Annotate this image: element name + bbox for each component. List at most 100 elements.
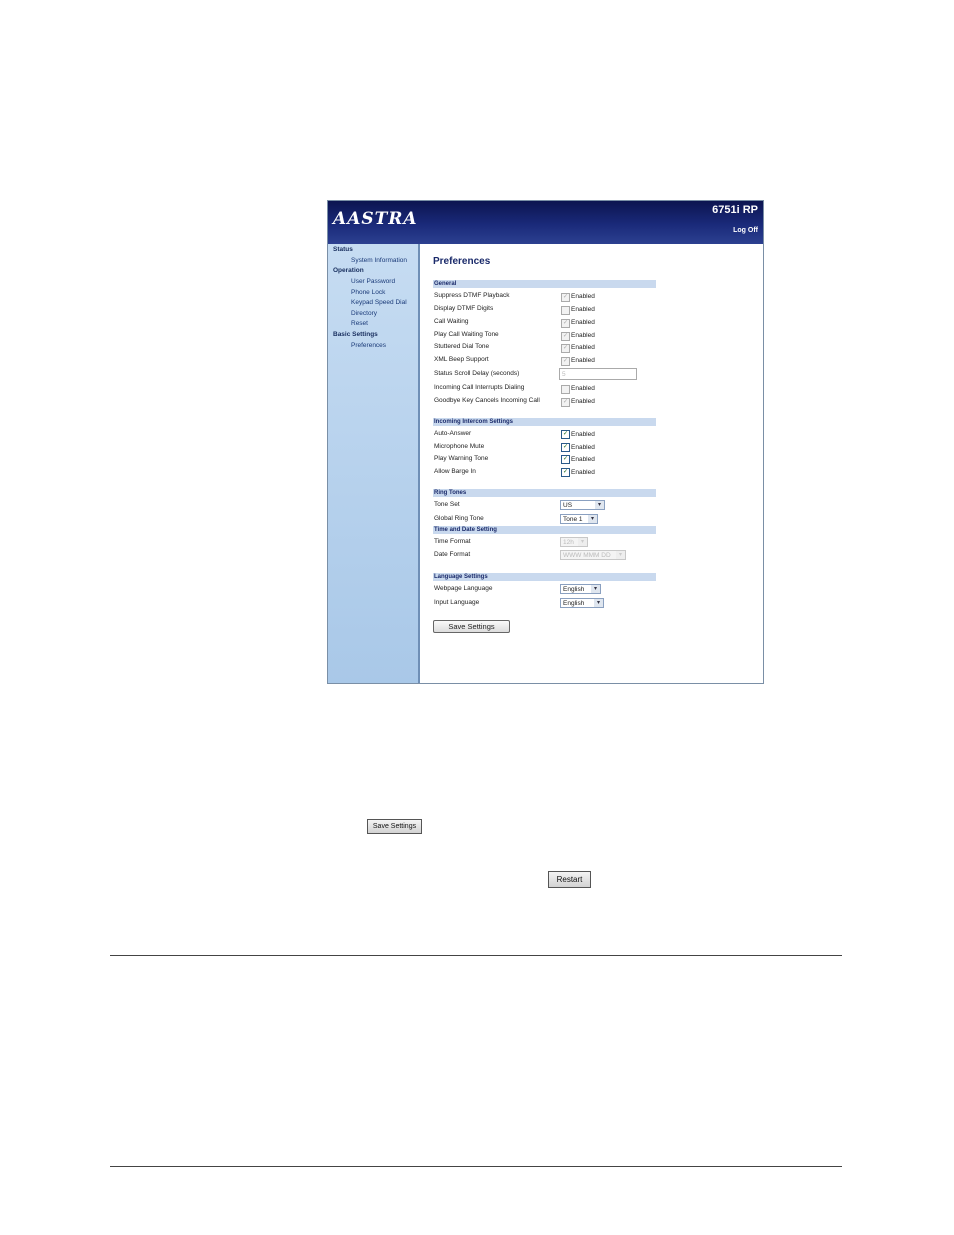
call-waiting-tone-checkbox[interactable]: ✓	[561, 332, 570, 341]
sidebar: Status System Information Operation User…	[328, 244, 420, 683]
checkmark-icon: ✓	[562, 358, 569, 364]
section-heading-bar	[559, 573, 656, 581]
section-heading-time-date: Time and Date Setting	[433, 526, 559, 534]
checkmark-icon: ✓	[562, 456, 569, 462]
divider-line	[110, 1166, 842, 1167]
chevron-down-icon: ▾	[594, 599, 603, 607]
microphone-mute-checkbox[interactable]: ✓	[561, 443, 570, 452]
suppress-dtmf-checkbox[interactable]: ✓	[561, 293, 570, 302]
call-waiting-checkbox[interactable]: ✓	[561, 319, 570, 328]
section-heading-bar	[559, 526, 656, 534]
checkmark-icon: ✓	[562, 294, 569, 300]
chevron-down-icon: ▾	[588, 515, 597, 523]
logoff-link[interactable]: Log Off	[733, 227, 758, 234]
scroll-delay-input[interactable]: 5	[559, 368, 637, 380]
checkbox-label: Enabled	[571, 306, 595, 313]
checkbox-label: Enabled	[571, 398, 595, 405]
restart-inline-button[interactable]: Restart	[548, 871, 591, 888]
row-label: Play Warning Tone	[434, 455, 489, 462]
display-dtmf-checkbox[interactable]	[561, 306, 570, 315]
auto-answer-checkbox[interactable]: ✓	[561, 430, 570, 439]
row-label: Allow Barge In	[434, 468, 476, 475]
select-value: English	[563, 600, 585, 607]
chevron-down-icon: ▾	[616, 551, 625, 559]
stuttered-dial-tone-checkbox[interactable]: ✓	[561, 344, 570, 353]
checkmark-icon: ✓	[562, 320, 569, 326]
row-label: XML Beep Support	[434, 356, 489, 363]
sidebar-item-preferences[interactable]: Preferences	[351, 342, 386, 349]
select-value: English	[563, 586, 585, 593]
save-settings-inline-button[interactable]: Save Settings	[367, 819, 422, 834]
row-label: Global Ring Tone	[434, 515, 484, 522]
checkmark-icon: ✓	[562, 399, 569, 405]
row-label: Play Call Waiting Tone	[434, 331, 499, 338]
checkbox-label: Enabled	[571, 444, 595, 451]
checkmark-icon: ✓	[562, 469, 569, 475]
checkmark-icon: ✓	[562, 333, 569, 339]
sidebar-item-phone-lock[interactable]: Phone Lock	[351, 289, 385, 296]
checkmark-icon: ✓	[562, 431, 569, 437]
sidebar-item-keypad-speed-dial[interactable]: Keypad Speed Dial	[351, 299, 407, 306]
aastra-logo: AASTRA	[333, 209, 418, 229]
row-label: Suppress DTMF Playback	[434, 292, 510, 299]
checkbox-label: Enabled	[571, 456, 595, 463]
checkmark-icon: ✓	[562, 444, 569, 450]
row-label: Call Waiting	[434, 318, 469, 325]
divider-line	[110, 955, 842, 956]
phone-model-label: 6751i RP	[712, 204, 758, 216]
sidebar-heading-basic-settings: Basic Settings	[333, 331, 378, 338]
section-heading-intercom: Incoming Intercom Settings	[433, 418, 559, 426]
row-label: Time Format	[434, 538, 471, 545]
content-pane: Preferences General Suppress DTMF Playba…	[420, 244, 763, 683]
date-format-select[interactable]: WWW MMM DD ▾	[560, 550, 626, 560]
row-label: Input Language	[434, 599, 480, 606]
row-label: Incoming Call Interrupts Dialing	[434, 384, 525, 391]
checkbox-label: Enabled	[571, 319, 595, 326]
row-label: Display DTMF Digits	[434, 305, 494, 312]
select-value: Tone 1	[563, 516, 583, 523]
web-ui-screenshot: AASTRA 6751i RP Log Off Status System In…	[327, 200, 764, 684]
chevron-down-icon: ▾	[595, 501, 604, 509]
select-value: US	[563, 502, 573, 509]
sidebar-item-user-password[interactable]: User Password	[351, 278, 395, 285]
checkbox-label: Enabled	[571, 332, 595, 339]
select-value: WWW MMM DD	[563, 552, 611, 559]
sidebar-item-reset[interactable]: Reset	[351, 320, 368, 327]
chevron-down-icon: ▾	[578, 538, 587, 546]
header-banner: AASTRA 6751i RP Log Off	[328, 201, 763, 244]
incoming-interrupts-checkbox[interactable]	[561, 385, 570, 394]
checkbox-label: Enabled	[571, 357, 595, 364]
row-label: Goodbye Key Cancels Incoming Call	[434, 397, 540, 404]
section-heading-general: General	[433, 280, 559, 288]
save-settings-button[interactable]: Save Settings	[433, 620, 510, 633]
section-heading-language: Language Settings	[433, 573, 559, 581]
checkbox-label: Enabled	[571, 293, 595, 300]
row-label: Microphone Mute	[434, 443, 485, 450]
sidebar-item-system-information[interactable]: System Information	[351, 257, 407, 264]
row-label: Tone Set	[434, 501, 460, 508]
section-heading-bar	[559, 418, 656, 426]
checkbox-label: Enabled	[571, 385, 595, 392]
input-language-select[interactable]: English ▾	[560, 598, 604, 608]
section-heading-ring-tones: Ring Tones	[433, 489, 559, 497]
tone-set-select[interactable]: US ▾	[560, 500, 605, 510]
global-ring-tone-select[interactable]: Tone 1 ▾	[560, 514, 598, 524]
chevron-down-icon: ▾	[591, 585, 600, 593]
checkbox-label: Enabled	[571, 469, 595, 476]
time-format-select[interactable]: 12h ▾	[560, 537, 588, 547]
xml-beep-checkbox[interactable]: ✓	[561, 357, 570, 366]
page-title: Preferences	[433, 256, 491, 267]
sidebar-heading-status: Status	[333, 246, 353, 253]
select-value: 12h	[563, 539, 574, 546]
checkmark-icon: ✓	[562, 345, 569, 351]
row-label: Webpage Language	[434, 585, 493, 592]
play-warning-tone-checkbox[interactable]: ✓	[561, 455, 570, 464]
goodbye-key-checkbox[interactable]: ✓	[561, 398, 570, 407]
sidebar-item-directory[interactable]: Directory	[351, 310, 377, 317]
checkbox-label: Enabled	[571, 344, 595, 351]
checkbox-label: Enabled	[571, 431, 595, 438]
section-heading-bar	[559, 489, 656, 497]
allow-barge-in-checkbox[interactable]: ✓	[561, 468, 570, 477]
sidebar-heading-operation: Operation	[333, 267, 364, 274]
webpage-language-select[interactable]: English ▾	[560, 584, 601, 594]
